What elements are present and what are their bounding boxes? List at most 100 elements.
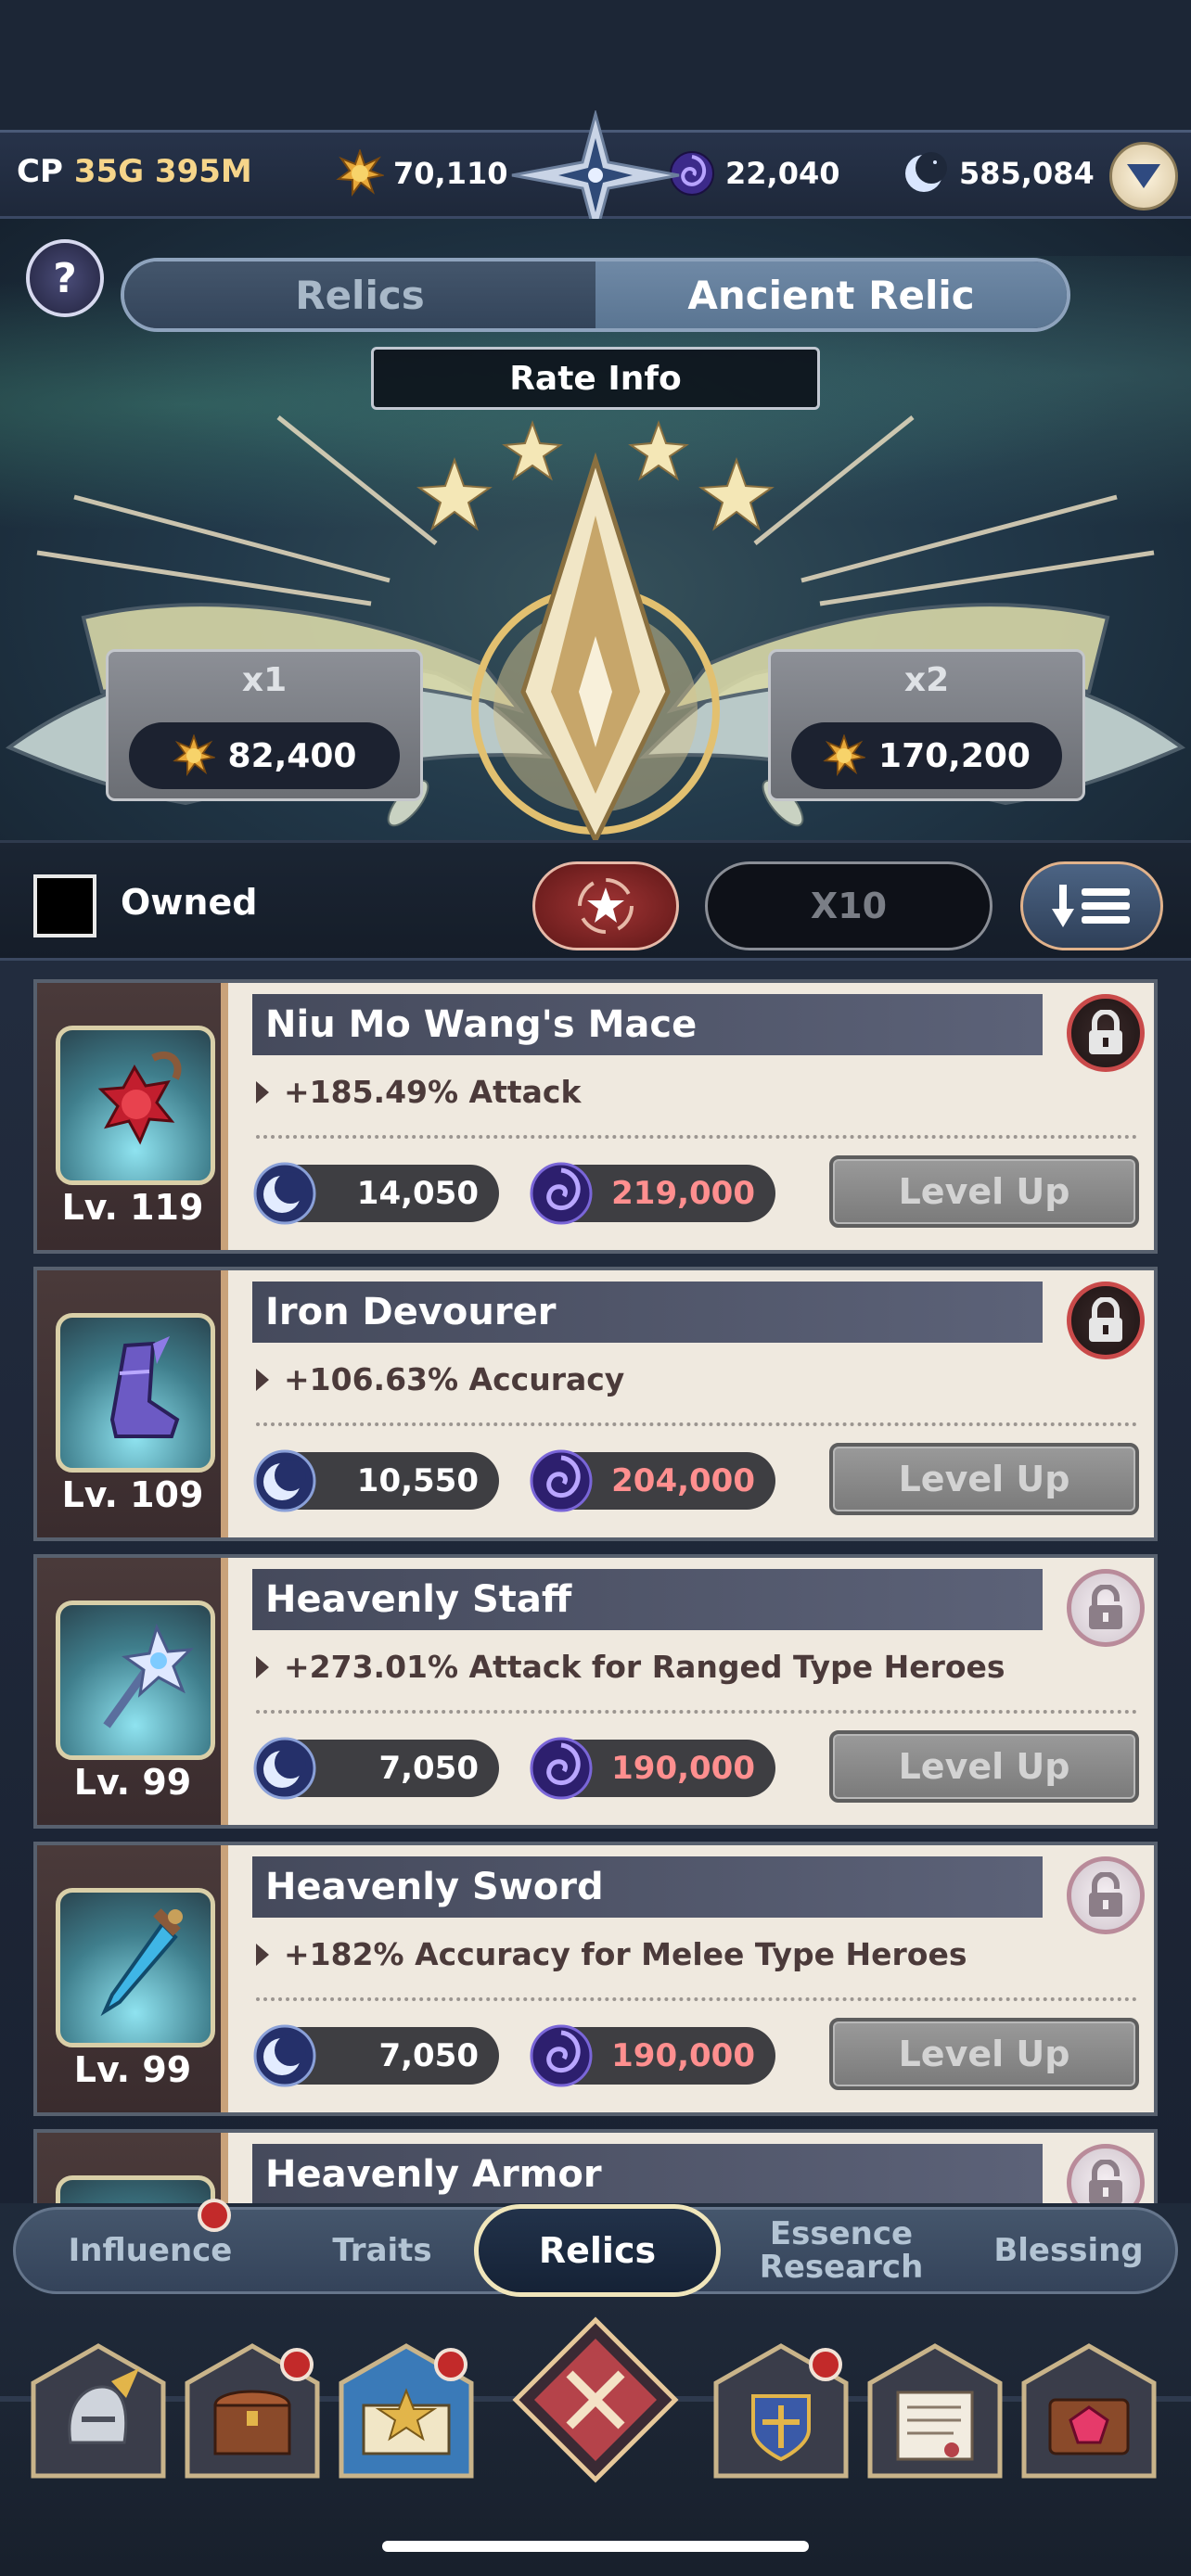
moon-icon xyxy=(905,152,947,192)
relic-effect-text: +185.49% Attack xyxy=(284,1074,582,1110)
tab-traits[interactable]: Traits xyxy=(285,2210,480,2291)
lock-button[interactable] xyxy=(1067,2144,1145,2203)
dropdown-button[interactable] xyxy=(1109,142,1178,210)
moon-resource: 585,084 xyxy=(902,149,1095,198)
relic-card: Heavenly Armor xyxy=(33,2129,1158,2203)
pull-x2-cost: 170,200 xyxy=(791,722,1062,789)
tab-relics-active[interactable]: Relics xyxy=(474,2204,721,2297)
relic-name: Iron Devourer xyxy=(252,1282,1043,1343)
x10-button[interactable]: X10 xyxy=(705,861,992,950)
bottom-tab-bar: Influence Traits Relics Essence Research… xyxy=(13,2199,1178,2297)
level-up-button[interactable]: Level Up xyxy=(829,1443,1139,1515)
pull-x2-button[interactable]: x2 170,200 xyxy=(768,649,1085,801)
relic-effect: +182% Accuracy for Melee Type Heroes xyxy=(256,1936,967,1972)
notification-dot xyxy=(434,2348,467,2381)
nav-mail[interactable] xyxy=(864,2340,1005,2481)
arrow-right-icon xyxy=(256,1943,269,1966)
chevron-down-icon xyxy=(1127,164,1160,188)
relic-name: Heavenly Sword xyxy=(252,1856,1043,1918)
moon-icon xyxy=(253,2024,316,2087)
orb-cost: 219,000 xyxy=(530,1162,775,1225)
orb-cost: 190,000 xyxy=(530,1737,775,1800)
tab-relics[interactable]: Relics xyxy=(124,261,596,328)
star-filter-button[interactable] xyxy=(532,861,679,950)
relic-icon-frame[interactable] xyxy=(56,1313,215,1473)
pull-x1-button[interactable]: x1 82,400 xyxy=(106,649,423,801)
divider xyxy=(256,1710,1137,1714)
relic-tabs: Relics Ancient Relic xyxy=(121,258,1070,332)
tab-essence-research[interactable]: Essence Research xyxy=(730,2210,953,2291)
gold-sun-icon xyxy=(336,149,384,197)
relic-icon-frame[interactable] xyxy=(56,1026,215,1185)
nav-shop[interactable] xyxy=(1018,2340,1159,2481)
relic-icon-frame[interactable] xyxy=(56,1600,215,1760)
orb-cost: 204,000 xyxy=(530,1449,775,1512)
purple-orb-icon xyxy=(530,1449,593,1512)
rate-info-button[interactable]: Rate Info xyxy=(371,347,820,410)
notification-dot xyxy=(809,2348,842,2381)
close-button[interactable] xyxy=(512,2316,679,2483)
relic-effect: +185.49% Attack xyxy=(256,1074,581,1110)
orb-cost-value: 204,000 xyxy=(611,1462,755,1499)
combat-power: CP 35G 395M xyxy=(17,153,252,190)
divider xyxy=(256,1997,1137,2001)
orb-value: 22,040 xyxy=(725,156,840,191)
relic-icon-frame[interactable] xyxy=(56,2175,215,2203)
relic-icon-panel: Lv. 119 xyxy=(37,983,228,1250)
relic-level: Lv. 99 xyxy=(73,1762,192,1803)
relic-card: Lv. 119 Niu Mo Wang's Mace +185.49% Atta… xyxy=(33,979,1158,1254)
tab-ancient-relic[interactable]: Ancient Relic xyxy=(596,261,1067,328)
purple-orb-icon xyxy=(530,1737,593,1800)
lock-button[interactable] xyxy=(1067,994,1145,1072)
relic-icon-panel: Lv. 109 xyxy=(37,1270,228,1537)
moon-cost: 7,050 xyxy=(253,2024,499,2087)
relic-effect-text: +106.63% Accuracy xyxy=(284,1361,625,1397)
question-icon: ? xyxy=(53,254,77,302)
sort-icon xyxy=(1052,885,1130,927)
relic-icon-panel: Lv. 99 xyxy=(37,1558,228,1825)
lock-icon xyxy=(1089,1010,1122,1054)
sort-button[interactable] xyxy=(1020,861,1163,950)
summon-banner: ? Relics Ancient Relic Rate Info x1 82,4… xyxy=(0,219,1191,840)
relic-icon-panel xyxy=(37,2133,228,2203)
divider xyxy=(256,1422,1137,1426)
lock-button[interactable] xyxy=(1067,1856,1145,1934)
level-up-button[interactable]: Level Up xyxy=(829,2018,1139,2090)
relic-list[interactable]: Lv. 119 Niu Mo Wang's Mace +185.49% Atta… xyxy=(0,961,1191,2203)
relic-icon-frame[interactable] xyxy=(56,1888,215,2047)
unlock-icon xyxy=(1089,1872,1122,1917)
moon-cost-value: 7,050 xyxy=(378,2037,479,2074)
help-button[interactable]: ? xyxy=(26,239,104,317)
lock-button[interactable] xyxy=(1067,1282,1145,1359)
tab-blessing[interactable]: Blessing xyxy=(962,2210,1175,2291)
gold-resource: 70,110 xyxy=(336,149,507,198)
nav-heroes[interactable] xyxy=(28,2340,169,2481)
gold-sun-icon xyxy=(823,734,866,777)
gold-value: 70,110 xyxy=(393,156,508,191)
lock-button[interactable] xyxy=(1067,1569,1145,1647)
relic-effect-text: +182% Accuracy for Melee Type Heroes xyxy=(284,1936,967,1972)
bottom-nav xyxy=(0,2300,1191,2576)
gem-chest-icon xyxy=(1021,2343,1157,2479)
moon-cost: 10,550 xyxy=(253,1449,499,1512)
knight-helmet-icon xyxy=(31,2343,166,2479)
level-up-button[interactable]: Level Up xyxy=(829,1155,1139,1228)
pull-x1-count: x1 xyxy=(241,661,288,699)
relic-level: Lv. 119 xyxy=(61,1187,204,1228)
level-up-button[interactable]: Level Up xyxy=(829,1730,1139,1803)
relic-name: Niu Mo Wang's Mace xyxy=(252,994,1043,1055)
relic-effect: +273.01% Attack for Ranged Type Heroes xyxy=(256,1649,1005,1685)
relic-name: Heavenly Armor xyxy=(252,2144,1043,2203)
owned-checkbox[interactable] xyxy=(33,874,96,937)
blue-sword-icon xyxy=(100,1908,183,2017)
pull-x1-cost: 82,400 xyxy=(129,722,400,789)
relic-icon-panel: Lv. 99 xyxy=(37,1845,228,2112)
arrow-right-icon xyxy=(256,1655,269,1678)
notification-dot xyxy=(280,2348,314,2381)
close-icon xyxy=(512,2316,679,2483)
spiked-mace-icon xyxy=(97,1051,182,1145)
moon-cost: 14,050 xyxy=(253,1162,499,1225)
gold-sun-icon xyxy=(172,734,215,777)
tab-influence[interactable]: Influence xyxy=(34,2210,266,2291)
moon-icon xyxy=(253,1737,316,1800)
